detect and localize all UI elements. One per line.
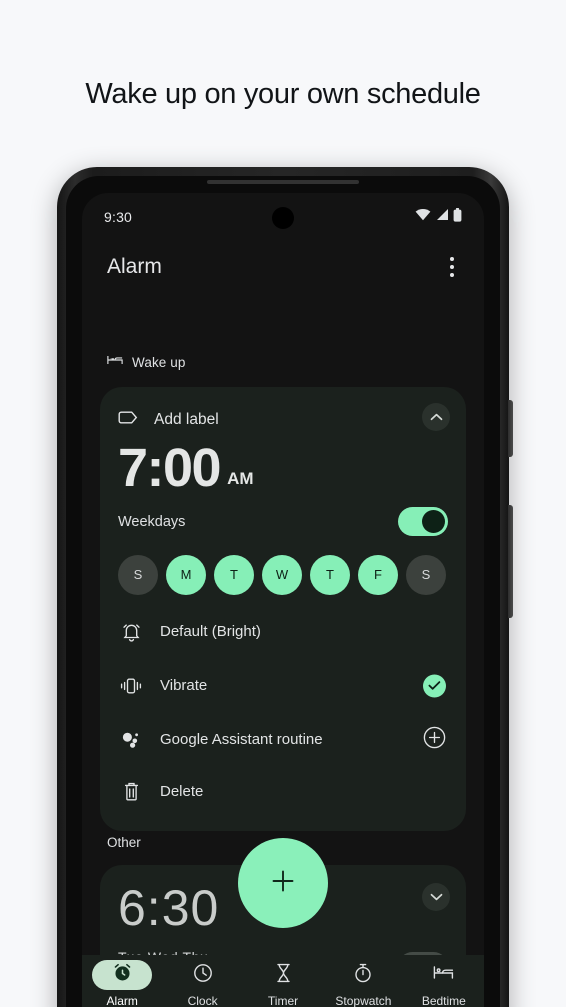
front-camera-punch-hole — [272, 207, 294, 229]
bell-icon — [118, 622, 144, 642]
phone-bezel: 9:30 Alarm Wake up Add label 7:00 AM Wee… — [66, 176, 500, 1007]
add-label-row[interactable]: Add label — [118, 403, 448, 437]
battery-icon — [453, 207, 462, 227]
more-vert-icon[interactable] — [442, 251, 462, 283]
assistant-routine-label: Google Assistant routine — [160, 731, 323, 749]
option-row-assistant-routine[interactable]: Google Assistant routine — [118, 713, 448, 767]
day-chip-label: S — [133, 567, 143, 583]
alarm-repeat-row: Weekdays — [118, 507, 448, 537]
day-chip-label: S — [421, 567, 431, 583]
day-chip-label: T — [230, 567, 238, 583]
nav-item-clock[interactable]: Clock — [162, 960, 242, 1007]
phone-device-frame: 9:30 Alarm Wake up Add label 7:00 AM Wee… — [57, 167, 513, 1007]
option-row-vibrate[interactable]: Vibrate — [118, 659, 448, 713]
day-chip-wednesday[interactable]: W — [262, 554, 302, 595]
nav-item-alarm[interactable]: Alarm — [82, 960, 162, 1007]
day-chip-label: T — [326, 567, 334, 583]
day-chip-friday[interactable]: F — [358, 554, 398, 595]
nav-item-bedtime[interactable]: Bedtime — [404, 960, 484, 1007]
check-icon — [423, 674, 446, 698]
section-label-wake-up: Wake up — [132, 354, 186, 370]
alarm-clock-icon — [113, 963, 132, 987]
earpiece-speaker — [207, 180, 359, 184]
nav-label-timer: Timer — [267, 994, 299, 1007]
alarm-repeat-label: Weekdays — [118, 513, 186, 530]
phone-screen: 9:30 Alarm Wake up Add label 7:00 AM Wee… — [82, 193, 484, 1007]
vibrate-icon — [118, 677, 144, 695]
add-label-text: Add label — [154, 411, 219, 428]
alarm-enabled-toggle[interactable] — [398, 507, 448, 537]
day-chip-tuesday[interactable]: T — [214, 554, 254, 595]
day-chip-saturday[interactable]: S — [406, 554, 446, 595]
vibrate-label: Vibrate — [160, 677, 208, 695]
plus-icon — [270, 868, 296, 899]
stopwatch-icon — [354, 963, 372, 988]
volume-button[interactable] — [508, 505, 513, 618]
weekday-selector: S M T W T F S — [118, 554, 448, 595]
toggle-knob — [422, 510, 445, 534]
status-time: 9:30 — [104, 209, 133, 225]
clock-icon — [193, 963, 213, 988]
day-chip-thursday[interactable]: T — [310, 554, 350, 595]
hourglass-icon — [276, 963, 291, 988]
nav-pill-bedtime — [414, 960, 474, 990]
section-label-other: Other — [107, 835, 141, 850]
nav-label-clock: Clock — [187, 994, 218, 1007]
alarm-meridiem: AM — [227, 468, 254, 488]
nav-pill-clock — [173, 960, 233, 990]
status-icons — [415, 207, 462, 227]
day-chip-sunday[interactable]: S — [118, 554, 158, 595]
app-bar: Alarm — [82, 241, 484, 293]
day-chip-label: M — [180, 567, 192, 583]
section-header-wake-up: Wake up — [107, 353, 185, 371]
tag-icon — [118, 410, 138, 430]
nav-pill-timer — [253, 960, 313, 990]
nav-pill-alarm — [92, 960, 153, 990]
nav-pill-stopwatch — [333, 960, 393, 990]
cellular-signal-icon — [435, 208, 449, 226]
alarm-card-expanded[interactable]: Add label 7:00 AM Weekdays S M T W T F S… — [100, 387, 466, 831]
day-chip-label: F — [374, 567, 382, 583]
alarm-time-row[interactable]: 7:00 AM — [118, 438, 448, 498]
assistant-icon — [118, 730, 144, 750]
nav-label-alarm: Alarm — [106, 994, 138, 1007]
add-routine-button[interactable] — [423, 726, 446, 754]
option-row-ringtone[interactable]: Default (Bright) — [118, 605, 448, 659]
trash-icon — [118, 782, 144, 801]
bed-icon — [433, 965, 454, 985]
app-title: Alarm — [107, 255, 162, 278]
vibrate-check-toggle[interactable] — [423, 674, 446, 698]
add-alarm-fab[interactable] — [238, 838, 328, 928]
poster-root: Wake up on your own schedule 9:30 Alarm … — [0, 0, 566, 1007]
delete-label: Delete — [160, 783, 204, 801]
power-button[interactable] — [508, 400, 513, 457]
page-title: Wake up on your own schedule — [85, 78, 481, 110]
nav-label-bedtime: Bedtime — [421, 994, 466, 1007]
option-row-delete[interactable]: Delete — [118, 767, 448, 817]
wifi-icon — [415, 208, 431, 226]
day-chip-label: W — [275, 567, 289, 583]
day-chip-monday[interactable]: M — [166, 554, 206, 595]
chevron-up-icon[interactable] — [422, 403, 450, 431]
alarm-time: 7:00 — [118, 438, 222, 498]
chevron-down-icon[interactable] — [422, 883, 450, 911]
ringtone-label: Default (Bright) — [160, 623, 261, 641]
nav-label-stopwatch: Stopwatch — [335, 994, 392, 1007]
nav-item-stopwatch[interactable]: Stopwatch — [323, 960, 403, 1007]
bottom-navigation-bar: Alarm Clock Timer Stopwatch Bedtime — [82, 955, 484, 1007]
bed-icon — [107, 353, 123, 371]
nav-item-timer[interactable]: Timer — [243, 960, 323, 1007]
